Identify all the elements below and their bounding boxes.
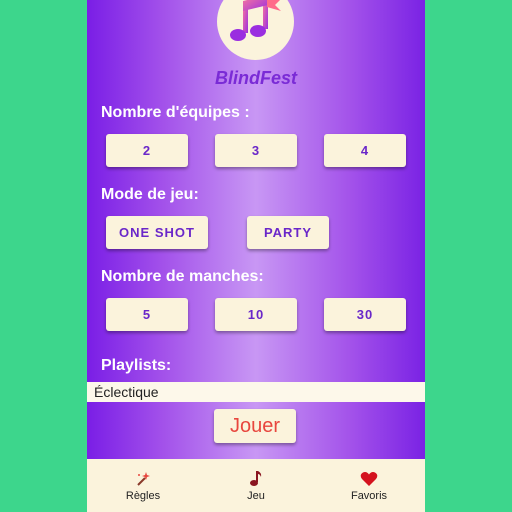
teams-option-4[interactable]: 4 [324, 134, 406, 167]
nav-item-game-label: Jeu [247, 489, 265, 502]
rounds-option-30[interactable]: 30 [324, 298, 406, 331]
music-notes-logo-icon [230, 0, 281, 41]
rounds-option-10[interactable]: 10 [215, 298, 297, 331]
nav-item-rules[interactable]: Règles [87, 459, 199, 512]
teams-label: Nombre d'équipes : [101, 104, 250, 121]
mode-label: Mode de jeu: [101, 186, 199, 203]
mode-option-party[interactable]: PARTY [247, 216, 329, 249]
app-logo [217, 0, 294, 60]
app-screen: BlindFest Nombre d'équipes : 2 3 4 Mode … [87, 0, 425, 512]
mode-option-one-shot[interactable]: ONE SHOT [106, 216, 208, 249]
nav-item-game[interactable]: Jeu [200, 459, 312, 512]
magic-wand-icon [135, 470, 151, 488]
nav-item-rules-label: Règles [125, 489, 161, 502]
teams-option-3[interactable]: 3 [215, 134, 297, 167]
nav-item-favorites-label: Favoris [350, 489, 388, 502]
bottom-nav: Règles Jeu Favoris [87, 459, 425, 512]
music-note-icon [249, 470, 263, 488]
app-title: BlindFest [214, 68, 297, 88]
playlist-select[interactable]: Éclectique [87, 382, 425, 402]
rounds-label: Nombre de manches: [101, 268, 264, 285]
nav-item-favorites[interactable]: Favoris [313, 459, 425, 512]
teams-option-2[interactable]: 2 [106, 134, 188, 167]
heart-icon [360, 470, 378, 488]
rounds-option-5[interactable]: 5 [106, 298, 188, 331]
play-button[interactable]: Jouer [214, 409, 296, 443]
playlist-selected-value: Éclectique [94, 384, 159, 400]
playlists-label: Playlists: [101, 357, 172, 374]
